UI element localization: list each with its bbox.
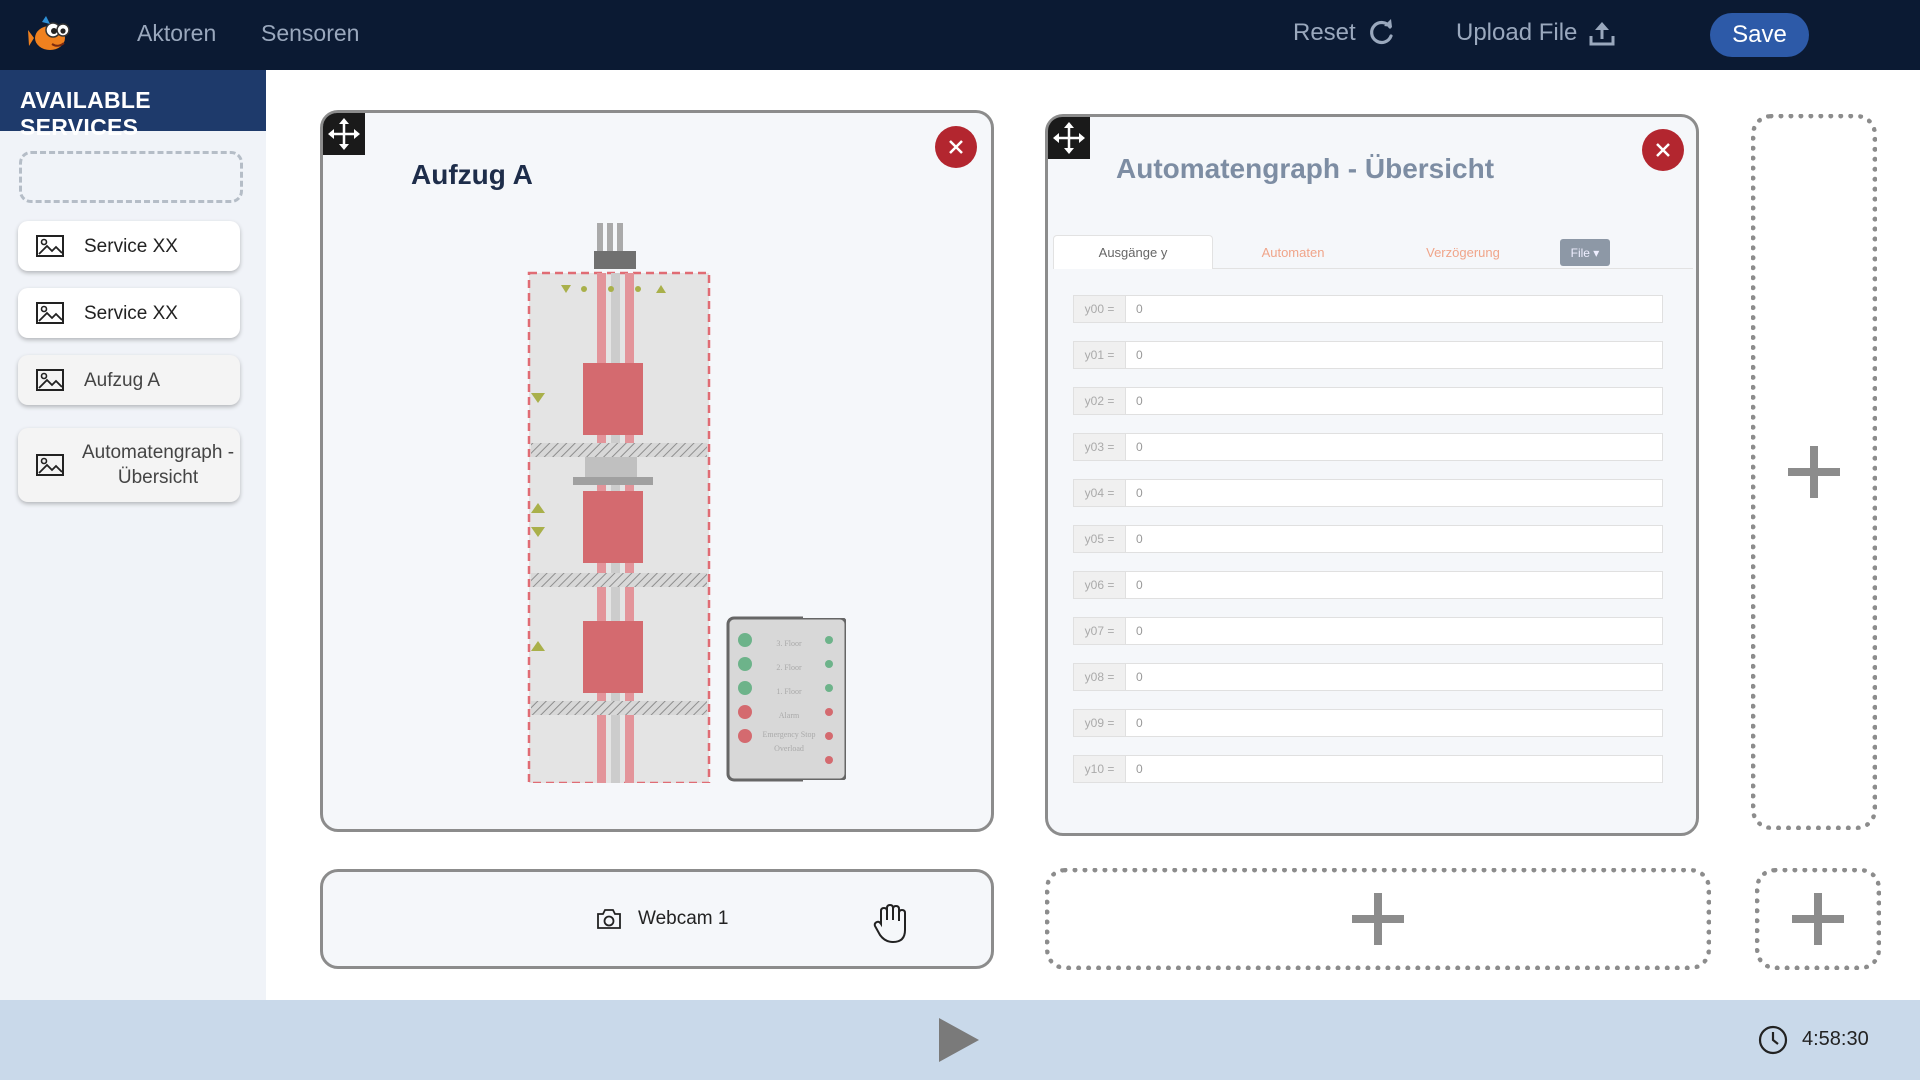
camera-icon bbox=[597, 909, 621, 929]
output-row: y02 = 0 bbox=[1073, 387, 1663, 415]
output-label: y10 = bbox=[1073, 755, 1126, 783]
sidebar: AVAILABLE SERVICES Service XX Service XX… bbox=[0, 70, 266, 1000]
output-value-field[interactable]: 0 bbox=[1126, 617, 1663, 645]
hand-grab-icon[interactable] bbox=[871, 902, 913, 946]
output-value-field[interactable]: 0 bbox=[1126, 525, 1663, 553]
move-handle[interactable] bbox=[1048, 117, 1090, 159]
image-icon bbox=[36, 454, 64, 476]
time-display: 4:58:30 bbox=[1802, 1028, 1869, 1050]
panel-label: Emergency Stop bbox=[762, 730, 816, 739]
service-item-label: Automatengraph - Übersicht bbox=[81, 442, 235, 488]
output-row: y04 = 0 bbox=[1073, 479, 1663, 507]
bottom-bar: 4:58:30 bbox=[0, 1000, 1920, 1080]
automatengraph-card: Automatengraph - Übersicht Ausgänge y Au… bbox=[1045, 114, 1699, 836]
refresh-icon bbox=[1369, 19, 1393, 45]
output-row: y06 = 0 bbox=[1073, 571, 1663, 599]
image-icon bbox=[36, 369, 64, 391]
save-button[interactable]: Save bbox=[1710, 13, 1809, 57]
output-label: y08 = bbox=[1073, 663, 1126, 691]
file-dropdown[interactable]: File ▾ bbox=[1560, 239, 1610, 266]
panel-label: 3. Floor bbox=[776, 639, 802, 648]
add-widget-dropzone-tall[interactable] bbox=[1751, 114, 1877, 830]
output-label: y02 = bbox=[1073, 387, 1126, 415]
output-value-field[interactable]: 0 bbox=[1126, 663, 1663, 691]
output-label: y07 = bbox=[1073, 617, 1126, 645]
output-row: y10 = 0 bbox=[1073, 755, 1663, 783]
output-label: y09 = bbox=[1073, 709, 1126, 737]
output-label: y06 = bbox=[1073, 571, 1126, 599]
output-value-field[interactable]: 0 bbox=[1126, 755, 1663, 783]
output-label: y00 = bbox=[1073, 295, 1126, 323]
output-value-field[interactable]: 0 bbox=[1126, 479, 1663, 507]
output-value-field[interactable]: 0 bbox=[1126, 433, 1663, 461]
nav-sensoren[interactable]: Sensoren bbox=[261, 20, 359, 47]
top-bar: Aktoren Sensoren Reset Upload File Save bbox=[0, 0, 1920, 70]
move-handle[interactable] bbox=[323, 113, 365, 155]
reset-label: Reset bbox=[1293, 19, 1356, 46]
reset-button[interactable]: Reset bbox=[1293, 18, 1396, 48]
move-icon bbox=[328, 118, 360, 150]
plus-icon bbox=[1792, 893, 1844, 945]
panel-label: 1. Floor bbox=[776, 687, 802, 696]
service-item-automatengraph[interactable]: Automatengraph - Übersicht bbox=[18, 428, 240, 502]
image-icon bbox=[36, 302, 64, 324]
aufzug-card: Aufzug A 3. Floor 2. Floor 1. Floor Alar… bbox=[320, 110, 994, 832]
output-value-field[interactable]: 0 bbox=[1126, 709, 1663, 737]
upload-label: Upload File bbox=[1456, 19, 1578, 46]
output-row: y00 = 0 bbox=[1073, 295, 1663, 323]
output-row: y03 = 0 bbox=[1073, 433, 1663, 461]
control-panel: 3. Floor 2. Floor 1. Floor Alarm Emergen… bbox=[726, 616, 848, 782]
plus-icon bbox=[1788, 446, 1840, 498]
service-drop-placeholder[interactable] bbox=[19, 151, 243, 203]
tab-bar: Ausgänge y Automaten Verzögerung File ▾ bbox=[1053, 235, 1693, 269]
panel-label: 2. Floor bbox=[776, 663, 802, 672]
output-row: y07 = 0 bbox=[1073, 617, 1663, 645]
output-value-field[interactable]: 0 bbox=[1126, 295, 1663, 323]
plus-icon bbox=[1352, 893, 1404, 945]
output-label: y05 = bbox=[1073, 525, 1126, 553]
add-widget-dropzone-small[interactable] bbox=[1755, 868, 1881, 970]
service-item-aufzug[interactable]: Aufzug A bbox=[18, 355, 240, 405]
output-value-field[interactable]: 0 bbox=[1126, 341, 1663, 369]
panel-labels: 3. Floor 2. Floor 1. Floor Alarm Emergen… bbox=[758, 632, 820, 758]
card-title: Aufzug A bbox=[411, 159, 533, 190]
panel-label: Overload bbox=[774, 744, 804, 753]
tab-verzoegerung[interactable]: Verzögerung bbox=[1403, 235, 1523, 269]
service-item-label: Service XX bbox=[84, 302, 178, 324]
output-value-field[interactable]: 0 bbox=[1126, 387, 1663, 415]
add-widget-dropzone-wide[interactable] bbox=[1045, 868, 1711, 970]
fish-logo-icon[interactable] bbox=[28, 12, 74, 58]
close-icon bbox=[949, 140, 963, 154]
output-row: y09 = 0 bbox=[1073, 709, 1663, 737]
webcam-label: Webcam 1 bbox=[638, 908, 729, 929]
service-item-label: Service XX bbox=[84, 235, 178, 257]
output-value-field[interactable]: 0 bbox=[1126, 571, 1663, 599]
close-button[interactable] bbox=[935, 126, 977, 168]
move-icon bbox=[1053, 122, 1085, 154]
output-label: y03 = bbox=[1073, 433, 1126, 461]
output-row: y05 = 0 bbox=[1073, 525, 1663, 553]
play-icon[interactable] bbox=[937, 1016, 981, 1064]
close-button[interactable] bbox=[1642, 129, 1684, 171]
panel-label: Alarm bbox=[778, 711, 800, 720]
tab-ausgaenge[interactable]: Ausgänge y bbox=[1053, 235, 1213, 269]
nav-aktoren[interactable]: Aktoren bbox=[137, 20, 216, 47]
card-title: Automatengraph - Übersicht bbox=[1116, 153, 1495, 184]
webcam-card[interactable]: Webcam 1 bbox=[320, 869, 994, 969]
service-item-label: Aufzug A bbox=[84, 369, 161, 391]
upload-file-button[interactable]: Upload File bbox=[1456, 18, 1617, 48]
output-label: y01 = bbox=[1073, 341, 1126, 369]
service-item-1[interactable]: Service XX bbox=[18, 221, 240, 271]
image-icon bbox=[36, 235, 64, 257]
available-services-header: AVAILABLE SERVICES bbox=[0, 70, 266, 140]
output-row: y01 = 0 bbox=[1073, 341, 1663, 369]
output-row: y08 = 0 bbox=[1073, 663, 1663, 691]
close-icon bbox=[1656, 143, 1670, 157]
service-item-2[interactable]: Service XX bbox=[18, 288, 240, 338]
output-label: y04 = bbox=[1073, 479, 1126, 507]
clock-icon bbox=[1758, 1025, 1788, 1055]
tab-automaten[interactable]: Automaten bbox=[1233, 235, 1353, 269]
upload-icon bbox=[1589, 22, 1615, 46]
